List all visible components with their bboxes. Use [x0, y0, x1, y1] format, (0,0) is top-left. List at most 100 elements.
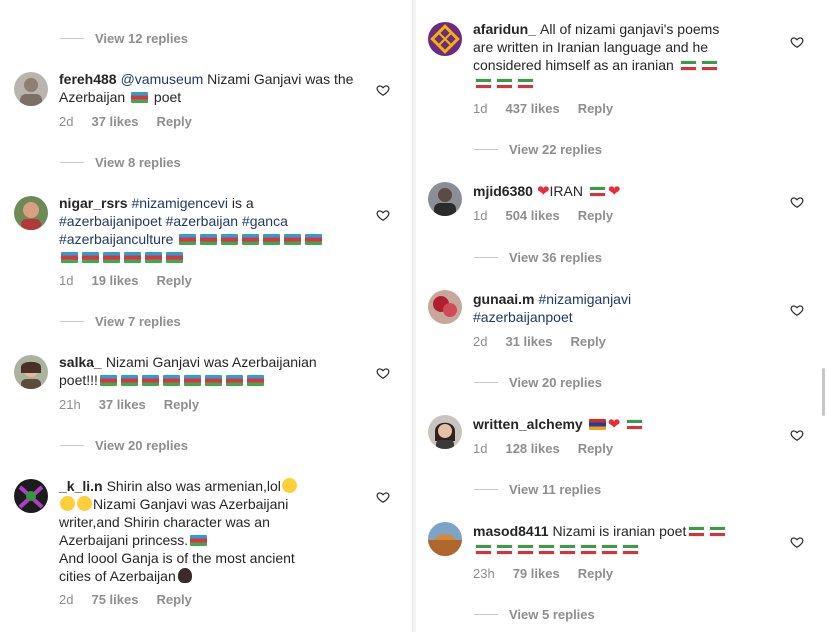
avatar[interactable]	[14, 479, 48, 513]
iran-flag-icon	[496, 78, 513, 89]
timestamp: 2d	[59, 114, 74, 129]
azerbaijan-flag-icon	[103, 252, 120, 263]
username[interactable]: afaridun_	[473, 21, 536, 37]
iran-flag-icon	[688, 526, 706, 537]
comment-text-part: Nizami Ganjavi was Azerbaijani	[93, 496, 289, 512]
timestamp: 1d	[473, 101, 488, 116]
heart-outline-icon[interactable]	[376, 83, 390, 97]
username[interactable]: nigar_rsrs	[59, 195, 127, 211]
divider-line	[474, 256, 498, 258]
likes-count[interactable]: 79 likes	[513, 566, 560, 581]
hashtag-link[interactable]: #nizamiganjavi	[538, 291, 631, 307]
avatar[interactable]	[428, 182, 462, 216]
reply-button[interactable]: Reply	[578, 208, 613, 223]
username[interactable]: written_alchemy	[473, 416, 583, 432]
heart-outline-icon[interactable]	[790, 428, 804, 442]
comment-text-part: is a	[227, 195, 254, 211]
scrollbar-thumb[interactable]	[822, 368, 825, 416]
likes-count[interactable]: 19 likes	[91, 273, 138, 288]
view-replies-label: View 22 replies	[509, 141, 602, 157]
view-replies-button[interactable]: View 20 replies	[60, 436, 188, 454]
username[interactable]: _k_li.n	[59, 478, 103, 494]
view-replies-label: View 5 replies	[509, 606, 595, 622]
view-replies-button[interactable]: View 22 replies	[474, 140, 602, 158]
left-comment-column: View 12 replies fereh488 @vamuseum Nizami…	[0, 0, 412, 632]
azerbaijan-flag-icon	[190, 535, 208, 546]
azerbaijan-flag-icon	[141, 375, 159, 386]
iran-flag-icon	[588, 186, 606, 197]
red-heart-emoji-icon: ❤	[607, 183, 621, 200]
divider-line	[474, 381, 498, 383]
comment-text-part: Nizami Ganjavi was Azerbaijanian	[105, 354, 317, 370]
mention-link[interactable]: @vamuseum	[121, 71, 204, 87]
avatar[interactable]	[428, 290, 462, 324]
heart-outline-icon[interactable]	[376, 208, 390, 222]
hashtag-link[interactable]: #ganca	[242, 213, 288, 229]
view-replies-label: View 36 replies	[509, 249, 602, 265]
username[interactable]: fereh488	[59, 71, 117, 87]
azerbaijan-flag-icon	[131, 92, 149, 103]
avatar[interactable]	[14, 355, 48, 389]
hashtag-link[interactable]: #azerbaijanipoet	[59, 213, 162, 229]
username[interactable]: mjid6380	[473, 183, 533, 199]
view-replies-button[interactable]: View 12 replies	[60, 29, 188, 47]
azerbaijan-flag-icon	[166, 252, 183, 263]
azerbaijan-flag-icon	[246, 375, 264, 386]
heart-outline-icon[interactable]	[376, 490, 390, 504]
comment-text-part: poet!!!	[59, 372, 98, 388]
view-replies-button[interactable]: View 20 replies	[474, 373, 602, 391]
comment-meta: 2d 37 likes Reply	[59, 114, 192, 129]
view-replies-button[interactable]: View 8 replies	[60, 153, 181, 171]
avatar[interactable]	[428, 522, 462, 556]
reply-button[interactable]: Reply	[156, 592, 191, 607]
laughing-emoji-icon	[60, 496, 75, 511]
username[interactable]: salka_	[59, 354, 102, 370]
comment-meta: 1d 504 likes Reply	[473, 208, 613, 223]
heart-outline-icon[interactable]	[376, 366, 390, 380]
comment-text-part: Azerbaijani princess.	[59, 532, 189, 548]
hashtag-link[interactable]: #nizamigencevi	[131, 195, 228, 211]
view-replies-button[interactable]: View 11 replies	[474, 480, 601, 498]
reply-button[interactable]: Reply	[156, 114, 191, 129]
likes-count[interactable]: 437 likes	[505, 101, 559, 116]
azerbaijan-flag-icon	[183, 375, 201, 386]
heart-outline-icon[interactable]	[790, 35, 804, 49]
reply-button[interactable]: Reply	[578, 101, 613, 116]
likes-count[interactable]: 75 likes	[91, 592, 138, 607]
divider-line	[60, 320, 84, 322]
likes-count[interactable]: 31 likes	[505, 334, 552, 349]
comment-text-part: All of nizami ganjavi's poems	[540, 21, 720, 37]
view-replies-button[interactable]: View 7 replies	[60, 312, 181, 330]
reply-button[interactable]: Reply	[164, 397, 199, 412]
hashtag-link[interactable]: #azerbaijanpoet	[473, 309, 573, 325]
reply-button[interactable]: Reply	[570, 334, 605, 349]
view-replies-button[interactable]: View 36 replies	[474, 248, 602, 266]
reply-button[interactable]: Reply	[578, 566, 613, 581]
comment-meta: 2d 31 likes Reply	[473, 334, 606, 349]
likes-count[interactable]: 37 likes	[91, 114, 138, 129]
reply-button[interactable]: Reply	[578, 441, 613, 456]
heart-outline-icon[interactable]	[790, 303, 804, 317]
likes-count[interactable]: 128 likes	[505, 441, 559, 456]
avatar[interactable]	[14, 72, 48, 106]
hashtag-link[interactable]: #azerbaijanculture	[59, 231, 173, 247]
comment-text-part: Nizami is iranian poet	[552, 523, 687, 539]
avatar[interactable]	[428, 415, 462, 449]
hashtag-link[interactable]: #azerbaijan	[166, 213, 238, 229]
reply-button[interactable]: Reply	[156, 273, 191, 288]
view-replies-label: View 8 replies	[95, 154, 181, 170]
username[interactable]: masod8411	[473, 523, 549, 539]
likes-count[interactable]: 37 likes	[99, 397, 146, 412]
heart-outline-icon[interactable]	[790, 535, 804, 549]
likes-count[interactable]: 504 likes	[505, 208, 559, 223]
view-replies-button[interactable]: View 5 replies	[474, 605, 595, 623]
azerbaijan-flag-icon	[179, 234, 197, 245]
username[interactable]: gunaai.m	[473, 291, 534, 307]
view-replies-label: View 20 replies	[509, 374, 602, 390]
iran-flag-icon	[580, 544, 597, 555]
heart-outline-icon[interactable]	[790, 195, 804, 209]
avatar[interactable]	[428, 22, 462, 56]
comment-text: fereh488 @vamuseum Nizami Ganjavi was the…	[59, 70, 359, 106]
avatar[interactable]	[14, 196, 48, 230]
divider-line	[474, 148, 498, 150]
